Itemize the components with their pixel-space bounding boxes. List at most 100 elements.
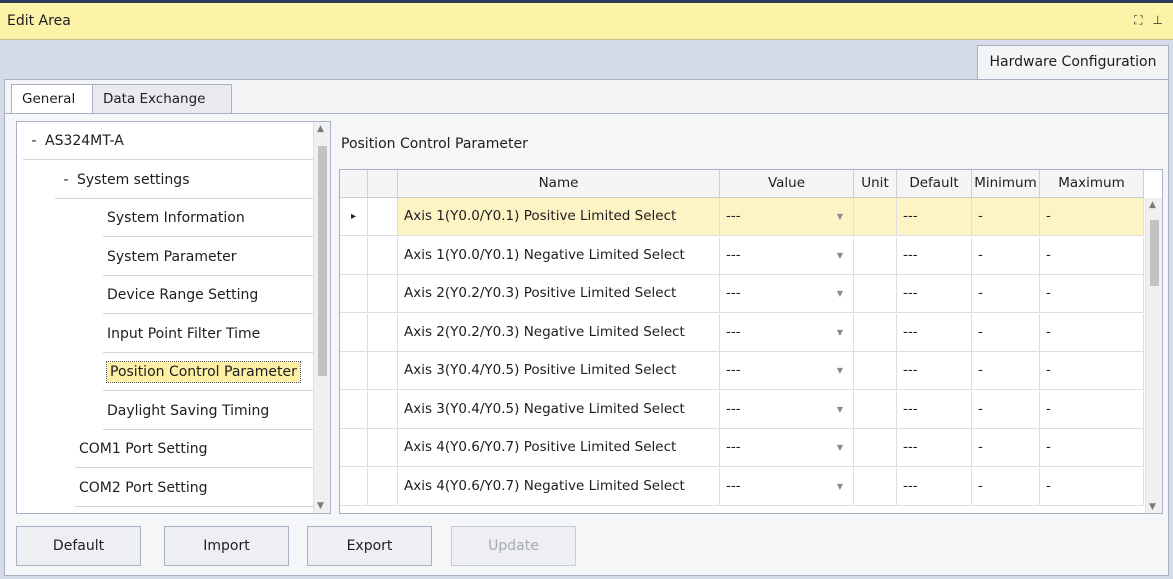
dropdown-arrow-icon[interactable]: ▼	[837, 198, 843, 235]
value-dropdown[interactable]: --- ▼	[720, 236, 854, 275]
scroll-down-icon[interactable]: ▼	[1149, 502, 1156, 512]
scroll-down-icon[interactable]: ▼	[317, 501, 324, 511]
table-scrollbar[interactable]: ▲ ▼	[1145, 198, 1162, 513]
title-bar: Edit Area ⛶ ⊥	[0, 0, 1173, 40]
default-cell: ---	[897, 313, 972, 352]
tree-item-label: System Information	[107, 210, 245, 226]
default-text: ---	[903, 400, 918, 417]
tree-item[interactable]: - AS324MT-A	[23, 122, 313, 160]
tree-item-label: Daylight Saving Timing	[107, 402, 270, 419]
dropdown-arrow-icon[interactable]: ▼	[837, 314, 843, 351]
maximum-text: -	[1046, 477, 1051, 494]
unit-cell	[854, 275, 897, 313]
maximum-text: -	[1046, 362, 1051, 378]
default-text: ---	[903, 246, 918, 263]
value-dropdown[interactable]: --- ▼	[720, 352, 854, 390]
value-dropdown[interactable]: --- ▼	[720, 313, 854, 352]
name-cell: Axis 4(Y0.6/Y0.7) Positive Limited Selec…	[398, 429, 720, 467]
dropdown-arrow-icon[interactable]: ▼	[837, 237, 843, 274]
tree-item[interactable]: Daylight Saving Timing	[103, 392, 313, 430]
row-header	[340, 390, 368, 429]
name-cell: Axis 3(Y0.4/Y0.5) Negative Limited Selec…	[398, 390, 720, 429]
name-text: Axis 1(Y0.0/Y0.1) Negative Limited Selec…	[404, 246, 685, 263]
tree-item-label: AS324MT-A	[45, 133, 124, 149]
tree-item-label: Position Control Parameter	[106, 361, 301, 383]
dropdown-arrow-icon[interactable]: ▼	[837, 468, 843, 505]
name-cell: Axis 2(Y0.2/Y0.3) Positive Limited Selec…	[398, 275, 720, 313]
unit-cell	[854, 198, 897, 236]
maximum-cell: -	[1040, 275, 1144, 313]
scroll-up-icon[interactable]: ▲	[317, 124, 324, 134]
pin-icon[interactable]: ⊥	[1153, 13, 1163, 27]
tree-item-label: COM1 Port Setting	[79, 441, 208, 457]
minimum-text: -	[978, 285, 983, 301]
dropdown-arrow-icon[interactable]: ▼	[837, 352, 843, 389]
maximum-cell: -	[1040, 313, 1144, 352]
import-button[interactable]: Import	[164, 526, 289, 566]
tree-item[interactable]: COM1 Port Setting	[75, 430, 313, 468]
minimum-text: -	[978, 477, 983, 494]
maximize-icon[interactable]: ⛶	[1134, 13, 1142, 27]
value-text: ---	[726, 208, 741, 224]
column-header-name[interactable]: Name	[398, 170, 720, 198]
unit-cell	[854, 390, 897, 429]
parameter-table: Name Value Unit Default Minimum Maximum ▸ Axis…	[339, 169, 1163, 514]
value-dropdown[interactable]: --- ▼	[720, 467, 854, 506]
row-spacer	[368, 390, 398, 429]
tree-item[interactable]: Device Range Setting	[103, 276, 313, 314]
tab-general[interactable]: General	[11, 84, 93, 114]
tab-hardware-configuration[interactable]: Hardware Configuration	[977, 45, 1169, 79]
value-dropdown[interactable]: --- ▼	[720, 198, 854, 236]
tree-item[interactable]: System Parameter	[103, 238, 313, 276]
name-cell: Axis 2(Y0.2/Y0.3) Negative Limited Selec…	[398, 313, 720, 352]
value-dropdown[interactable]: --- ▼	[720, 429, 854, 467]
value-text: ---	[726, 400, 741, 417]
collapse-icon[interactable]: -	[23, 122, 45, 160]
update-button[interactable]: Update	[451, 526, 576, 566]
name-cell: Axis 1(Y0.0/Y0.1) Negative Limited Selec…	[398, 236, 720, 275]
value-dropdown[interactable]: --- ▼	[720, 275, 854, 313]
tree-item-label: Input Point Filter Time	[107, 325, 261, 342]
tree-item[interactable]: COM2 Port Setting	[75, 469, 313, 507]
value-text: ---	[726, 246, 741, 263]
tab-data-exchange[interactable]: Data Exchange	[92, 84, 232, 114]
window-title: Edit Area	[7, 13, 71, 29]
column-header-value[interactable]: Value	[720, 170, 854, 198]
row-header	[340, 236, 368, 275]
column-header-unit[interactable]: Unit	[854, 170, 897, 198]
scroll-thumb[interactable]	[1150, 220, 1159, 286]
minimum-text: -	[978, 246, 983, 263]
tree-item[interactable]: Position Control Parameter	[103, 353, 313, 391]
row-spacer	[368, 275, 398, 313]
export-button[interactable]: Export	[307, 526, 432, 566]
default-button[interactable]: Default	[16, 526, 141, 566]
section-title: Position Control Parameter	[341, 136, 528, 152]
name-text: Axis 2(Y0.2/Y0.3) Negative Limited Selec…	[404, 323, 685, 340]
column-header-default[interactable]: Default	[897, 170, 972, 198]
value-text: ---	[726, 439, 741, 455]
settings-tree: - AS324MT-A - System settings System Informa…	[16, 121, 331, 514]
minimum-cell: -	[972, 313, 1040, 352]
tree-item[interactable]: - System settings	[55, 161, 313, 199]
name-text: Axis 2(Y0.2/Y0.3) Positive Limited Selec…	[404, 285, 677, 301]
column-header-minimum[interactable]: Minimum	[972, 170, 1040, 198]
column-header-maximum[interactable]: Maximum	[1040, 170, 1144, 198]
column-header-blank[interactable]	[340, 170, 368, 198]
tree-item-label: COM2 Port Setting	[79, 479, 208, 496]
row-header	[340, 467, 368, 506]
name-cell: Axis 4(Y0.6/Y0.7) Negative Limited Selec…	[398, 467, 720, 506]
tree-scrollbar[interactable]: ▲ ▼	[313, 122, 330, 513]
dropdown-arrow-icon[interactable]: ▼	[837, 429, 843, 466]
dropdown-arrow-icon[interactable]: ▼	[837, 275, 843, 312]
default-text: ---	[903, 208, 918, 224]
dropdown-arrow-icon[interactable]: ▼	[837, 391, 843, 428]
default-text: ---	[903, 323, 918, 340]
value-dropdown[interactable]: --- ▼	[720, 390, 854, 429]
row-header	[340, 352, 368, 390]
scroll-thumb[interactable]	[318, 146, 327, 376]
column-header-blank[interactable]	[368, 170, 398, 198]
tree-item[interactable]: System Information	[103, 199, 313, 237]
scroll-up-icon[interactable]: ▲	[1149, 200, 1156, 210]
tree-item[interactable]: Input Point Filter Time	[103, 315, 313, 353]
collapse-icon[interactable]: -	[55, 161, 77, 199]
